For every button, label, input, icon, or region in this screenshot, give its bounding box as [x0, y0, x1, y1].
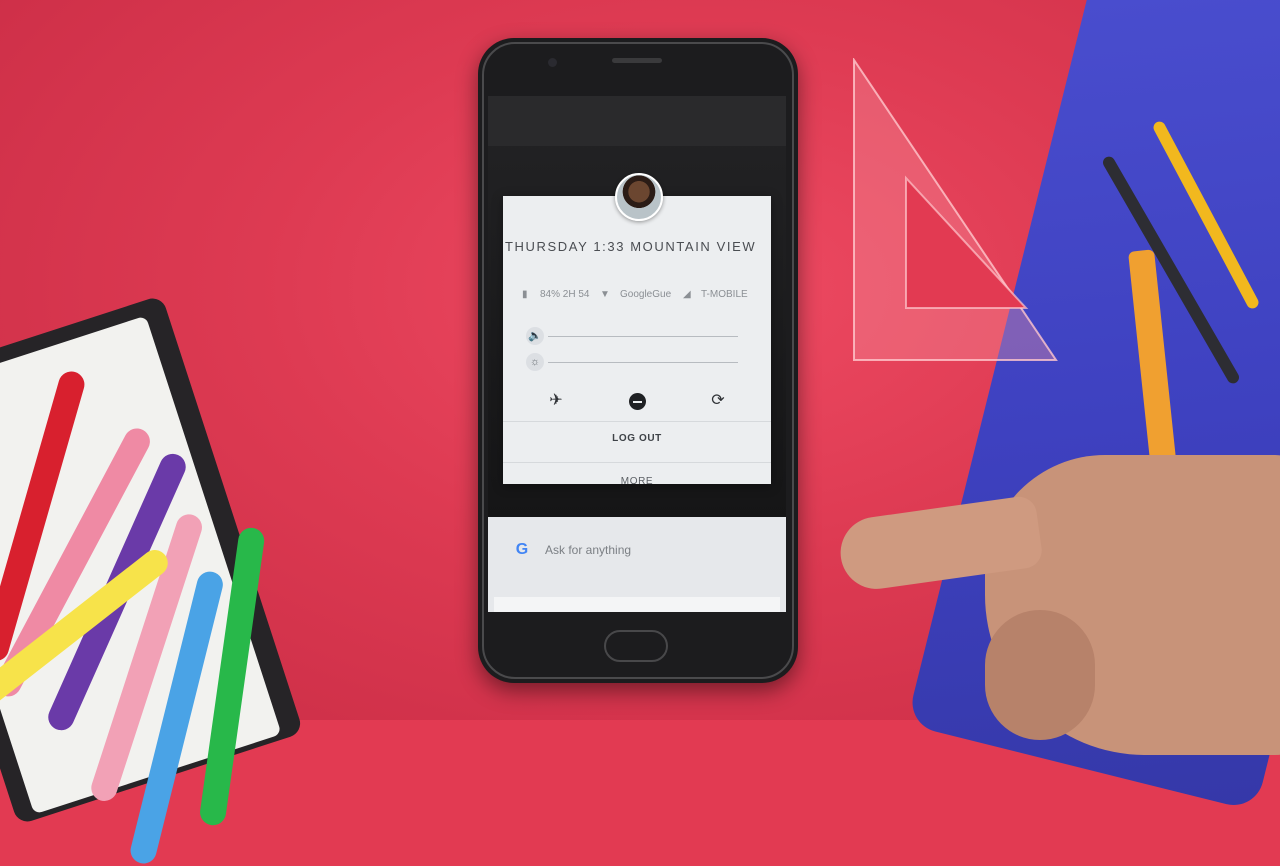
home-button[interactable] — [604, 630, 668, 662]
user-avatar[interactable] — [615, 173, 663, 221]
wifi-name: GoogleGue — [620, 289, 672, 300]
device-status-row: ▮ 84% 2H 54 ▼ GoogleGue ◢ T-MOBILE — [520, 289, 770, 303]
date-time-location: THURSDAY 1:33 MOUNTAIN VIEW — [505, 239, 757, 254]
airplane-icon[interactable]: ✈ — [545, 390, 567, 412]
front-camera — [548, 58, 557, 67]
brightness-icon: ☼ — [526, 353, 544, 371]
volume-slider[interactable]: 🔈 — [526, 327, 738, 347]
signal-icon: ◢ — [683, 289, 691, 300]
divider — [503, 421, 771, 422]
more-button[interactable]: MORE — [560, 476, 714, 487]
set-square-ruler — [853, 58, 1058, 361]
wifi-icon: ▼ — [600, 289, 610, 300]
battery-status: 84% 2H 54 — [540, 289, 590, 300]
battery-icon: ▮ — [522, 289, 528, 300]
thumb — [985, 610, 1095, 740]
status-bar-area — [488, 96, 786, 146]
do-not-disturb-icon[interactable] — [629, 393, 646, 410]
search-placeholder[interactable]: Ask for anything — [545, 543, 631, 557]
auto-rotate-icon[interactable]: ⟳ — [707, 390, 729, 412]
brightness-slider[interactable]: ☼ — [526, 353, 738, 373]
divider — [503, 462, 771, 463]
volume-track[interactable] — [548, 336, 738, 337]
volume-icon: 🔈 — [526, 327, 544, 345]
google-logo-icon: G — [515, 541, 529, 558]
carrier-name: T-MOBILE — [701, 289, 748, 300]
earpiece — [612, 58, 662, 63]
brightness-track[interactable] — [548, 362, 738, 363]
search-bar-bottom — [494, 597, 780, 612]
log-out-button[interactable]: LOG OUT — [560, 433, 714, 444]
